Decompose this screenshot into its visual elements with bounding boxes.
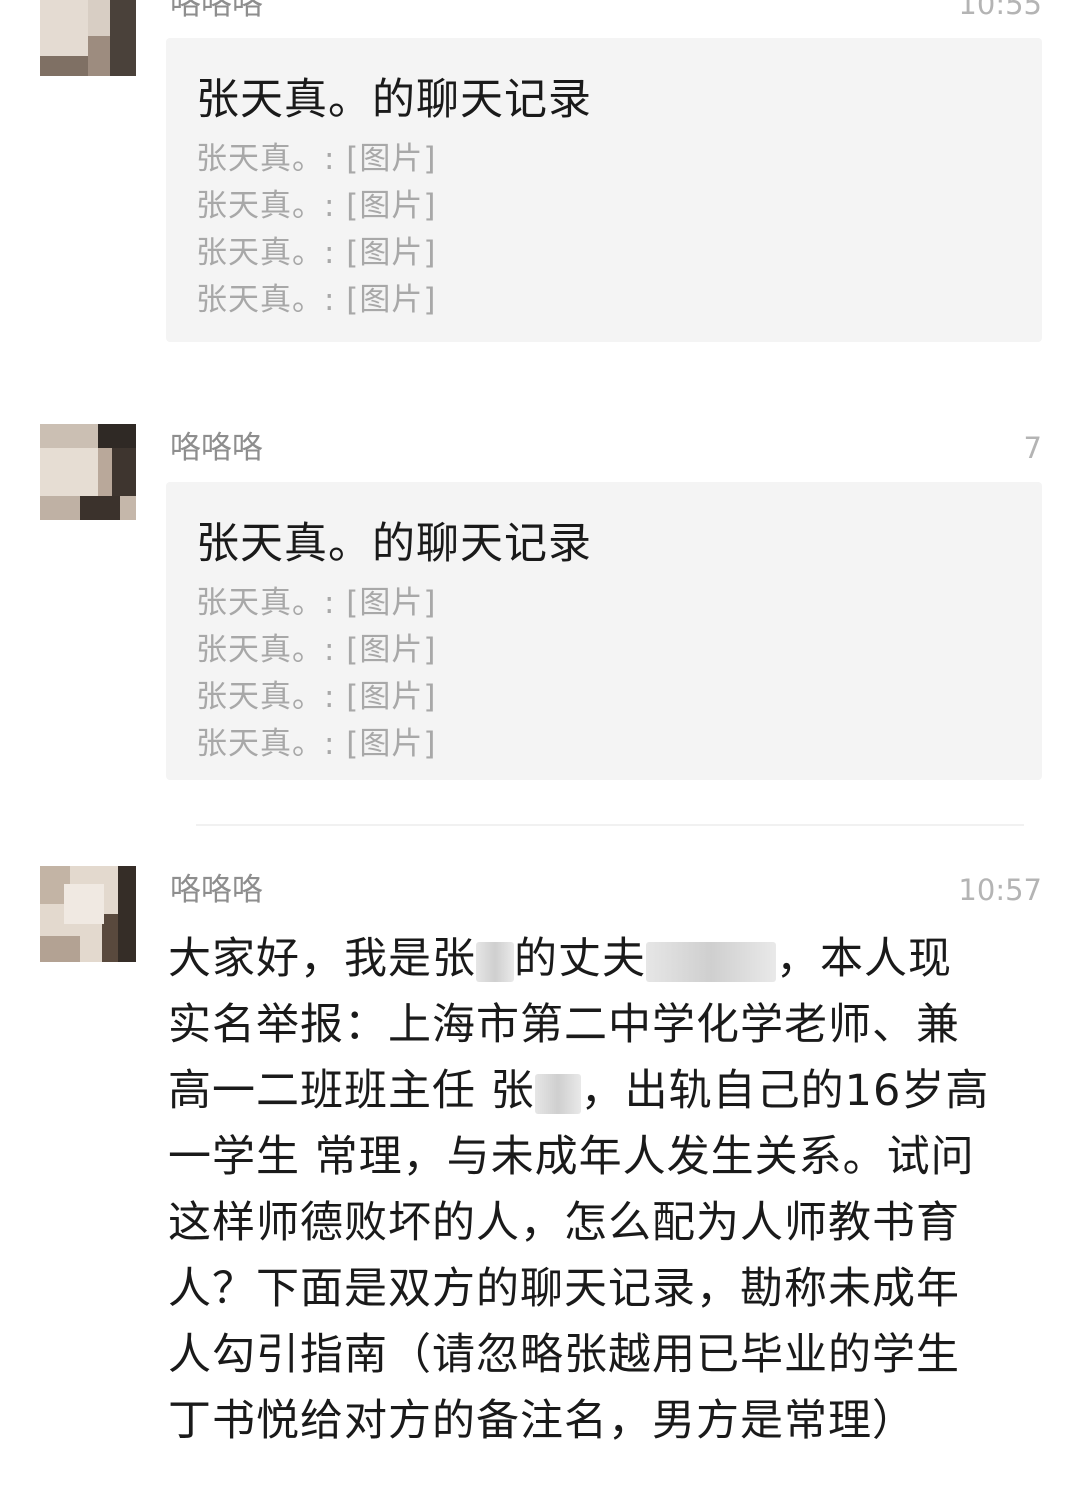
card-line: 张天真。: [图片]: [196, 282, 437, 318]
card-line: 张天真。: [图片]: [196, 679, 437, 715]
text-segment: 大家好，我是张: [168, 934, 476, 984]
sender-name: 咯咯咯: [170, 872, 263, 908]
card-line: 张天真。: [图片]: [196, 632, 437, 668]
message-text[interactable]: 大家好，我是张 的丈夫 ，本人现 实名举报：上海市第二中学化学老师、兼 高一二班班主…: [168, 926, 1038, 1454]
card-title: 张天真。的聊天记录: [196, 519, 592, 569]
chat-history-card[interactable]: 张天真。的聊天记录 张天真。: [图片] 张天真。: [图片] 张天真。: [图…: [166, 482, 1042, 780]
avatar[interactable]: [40, 424, 136, 520]
timestamp: 10:57: [958, 873, 1042, 907]
text-line: 大家好，我是张 的丈夫 ，本人现: [168, 926, 1038, 992]
redaction-blur: [534, 1073, 581, 1114]
text-line: 一学生 常理，与未成年人发生关系。试问: [168, 1132, 975, 1182]
chat-page: 咯咯咯 10:55 张天真。的聊天记录 张天真。: [图片] 张天真。: [图片…: [0, 0, 1080, 1500]
chat-history-card[interactable]: 张天真。的聊天记录 张天真。: [图片] 张天真。: [图片] 张天真。: [图…: [166, 38, 1042, 342]
text-segment: ，出轨自己的16岁高: [580, 1066, 990, 1116]
card-line: 张天真。: [图片]: [196, 188, 437, 224]
avatar[interactable]: [40, 866, 136, 962]
divider: [196, 824, 1024, 826]
timestamp: 7: [1023, 431, 1042, 465]
card-line: 张天真。: [图片]: [196, 141, 437, 177]
text-line: 高一二班班主任 张 ，出轨自己的16岁高: [168, 1058, 1038, 1124]
text-line: 丁书悦给对方的备注名，男方是常理）: [168, 1396, 916, 1446]
sender-name: 咯咯咯: [170, 430, 263, 466]
card-line: 张天真。: [图片]: [196, 235, 437, 271]
text-segment: 高一二班班主任 张: [168, 1066, 535, 1116]
text-segment: ，本人现: [776, 934, 952, 984]
text-line: 这样师德败坏的人，怎么配为人师教书育: [168, 1198, 960, 1248]
text-line: 人勾引指南（请忽略张越用已毕业的学生: [168, 1330, 960, 1380]
avatar[interactable]: [40, 0, 136, 76]
timestamp: 10:55: [958, 0, 1042, 21]
text-line: 实名举报：上海市第二中学化学老师、兼: [168, 1000, 960, 1050]
text-segment: 的丈夫: [514, 934, 646, 984]
redaction-blur: [476, 941, 514, 982]
card-title: 张天真。的聊天记录: [196, 75, 592, 125]
text-line: 人？下面是双方的聊天记录，勘称未成年: [168, 1264, 960, 1314]
card-line: 张天真。: [图片]: [196, 585, 437, 621]
redaction-blur: [646, 941, 776, 982]
sender-name: 咯咯咯: [170, 0, 263, 22]
card-line: 张天真。: [图片]: [196, 726, 437, 762]
